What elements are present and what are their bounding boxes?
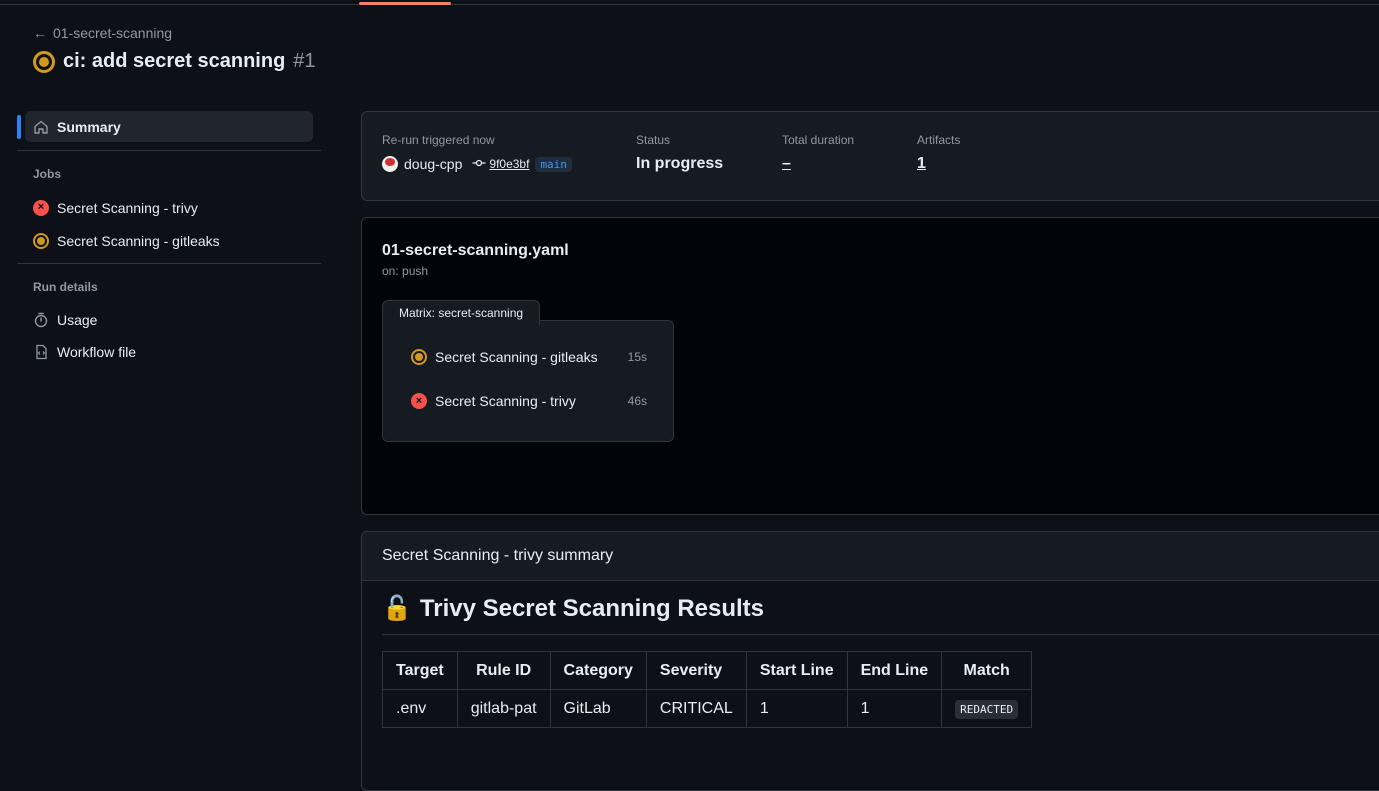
sidebar-divider — [17, 263, 321, 264]
job-summary: Secret Scanning - trivy summary 🔓 Trivy … — [361, 531, 1379, 791]
stopwatch-icon — [33, 312, 49, 328]
sidebar-item-usage[interactable]: Usage — [17, 304, 321, 336]
commit-sha: 9f0e3bf — [489, 157, 530, 171]
artifacts-label: Artifacts — [917, 133, 961, 147]
status-info: Status In progress — [636, 133, 723, 173]
failed-icon: × — [411, 393, 427, 409]
branch-badge[interactable]: main — [535, 156, 572, 172]
active-indicator — [17, 115, 21, 139]
matrix-job-gitleaks[interactable]: Secret Scanning - gitleaks 15s — [411, 349, 647, 365]
sidebar-divider — [17, 150, 321, 151]
cell-severity: CRITICAL — [645, 689, 747, 728]
summary-title-text: Trivy Secret Scanning Results — [419, 594, 765, 622]
in-progress-icon — [411, 349, 427, 365]
sidebar-item-workflow-file[interactable]: Workflow file — [17, 336, 321, 368]
sidebar: Summary Jobs × Secret Scanning - trivy S… — [17, 111, 321, 368]
run-title-text: ci: add secret scanning — [63, 50, 286, 72]
page-title: ci: add secret scanning #1 — [33, 50, 316, 73]
sidebar-item-label: Workflow file — [57, 344, 137, 360]
job-name: Secret Scanning - gitleaks — [435, 349, 598, 365]
sidebar-item-job-trivy[interactable]: × Secret Scanning - trivy — [17, 191, 321, 224]
failed-icon: × — [33, 199, 49, 216]
home-icon — [33, 119, 49, 135]
divider — [382, 634, 1379, 635]
cell-category: GitLab — [549, 689, 647, 728]
summary-title: 🔓 Trivy Secret Scanning Results — [382, 594, 764, 623]
active-tab-indicator — [359, 2, 451, 5]
sidebar-item-summary[interactable]: Summary — [17, 111, 313, 142]
sidebar-item-label: Secret Scanning - gitleaks — [57, 232, 220, 249]
duration-label: Total duration — [782, 133, 855, 147]
file-code-icon — [33, 344, 49, 360]
arrow-left-icon: ← — [33, 25, 47, 41]
trigger-label: Re-run triggered now — [382, 133, 495, 147]
back-link-label: 01-secret-scanning — [53, 25, 173, 41]
matrix-job-trivy[interactable]: × Secret Scanning - trivy 46s — [411, 393, 647, 409]
in-progress-icon — [33, 232, 49, 249]
back-link[interactable]: ← 01-secret-scanning — [33, 25, 172, 41]
artifacts-count[interactable]: 1 — [917, 155, 960, 173]
status-label: Status — [636, 133, 671, 147]
column-header: Start Line — [745, 651, 848, 690]
summary-header: Secret Scanning - trivy summary — [362, 532, 1379, 581]
git-commit-icon — [472, 157, 486, 171]
cell-start-line: 1 — [745, 689, 848, 728]
sidebar-item-label: Summary — [57, 118, 121, 135]
duration-value[interactable]: – — [782, 155, 854, 173]
column-header: Match — [941, 651, 1033, 690]
run-details-heading: Run details — [33, 280, 98, 294]
commit-link[interactable]: 9f0e3bf — [472, 157, 529, 171]
run-number: #1 — [293, 50, 316, 72]
cell-match: REDACTED — [941, 689, 1033, 728]
cell-target: .env — [382, 689, 458, 728]
match-code: REDACTED — [955, 699, 1019, 719]
cell-end-line: 1 — [846, 689, 943, 728]
avatar[interactable] — [382, 156, 398, 172]
column-header: End Line — [846, 651, 943, 690]
cell-rule-id: gitlab-pat — [456, 689, 551, 728]
trigger-details: doug-cpp 9f0e3bf main — [382, 156, 572, 172]
table-row: .env gitlab-pat GitLab CRITICAL 1 1 REDA… — [382, 689, 1033, 728]
job-duration: 46s — [627, 394, 647, 408]
status-value: In progress — [636, 155, 724, 172]
top-nav-border — [0, 0, 1379, 5]
table-header-row: Target Rule ID Category Severity Start L… — [382, 651, 1033, 690]
sidebar-item-label: Usage — [57, 312, 98, 328]
job-name: Secret Scanning - trivy — [435, 393, 576, 409]
column-header: Category — [549, 651, 647, 690]
sidebar-item-job-gitleaks[interactable]: Secret Scanning - gitleaks — [17, 224, 321, 257]
in-progress-icon — [33, 50, 55, 73]
job-duration: 15s — [627, 350, 647, 364]
column-header: Target — [382, 651, 458, 690]
actor-name[interactable]: doug-cpp — [404, 156, 462, 172]
workflow-graph: 01-secret-scanning.yaml on: push Matrix:… — [361, 217, 1379, 515]
sidebar-item-label: Secret Scanning - trivy — [57, 199, 198, 216]
column-header: Rule ID — [456, 651, 551, 690]
matrix-group: Secret Scanning - gitleaks 15s × Secret … — [382, 320, 674, 442]
column-header: Severity — [645, 651, 747, 690]
artifacts-info: Artifacts 1 — [917, 133, 960, 173]
matrix-label: Matrix: secret-scanning — [382, 300, 541, 325]
run-meta-card: Re-run triggered now doug-cpp 9f0e3bf ma… — [361, 111, 1379, 201]
results-table: Target Rule ID Category Severity Start L… — [382, 651, 1033, 728]
trigger-info: Re-run triggered now doug-cpp 9f0e3bf ma… — [382, 133, 572, 172]
unlocked-icon: 🔓 — [382, 595, 412, 622]
duration-info: Total duration – — [782, 133, 854, 173]
jobs-heading: Jobs — [33, 167, 62, 181]
workflow-trigger: on: push — [382, 264, 429, 278]
workflow-file-name: 01-secret-scanning.yaml — [382, 242, 569, 259]
